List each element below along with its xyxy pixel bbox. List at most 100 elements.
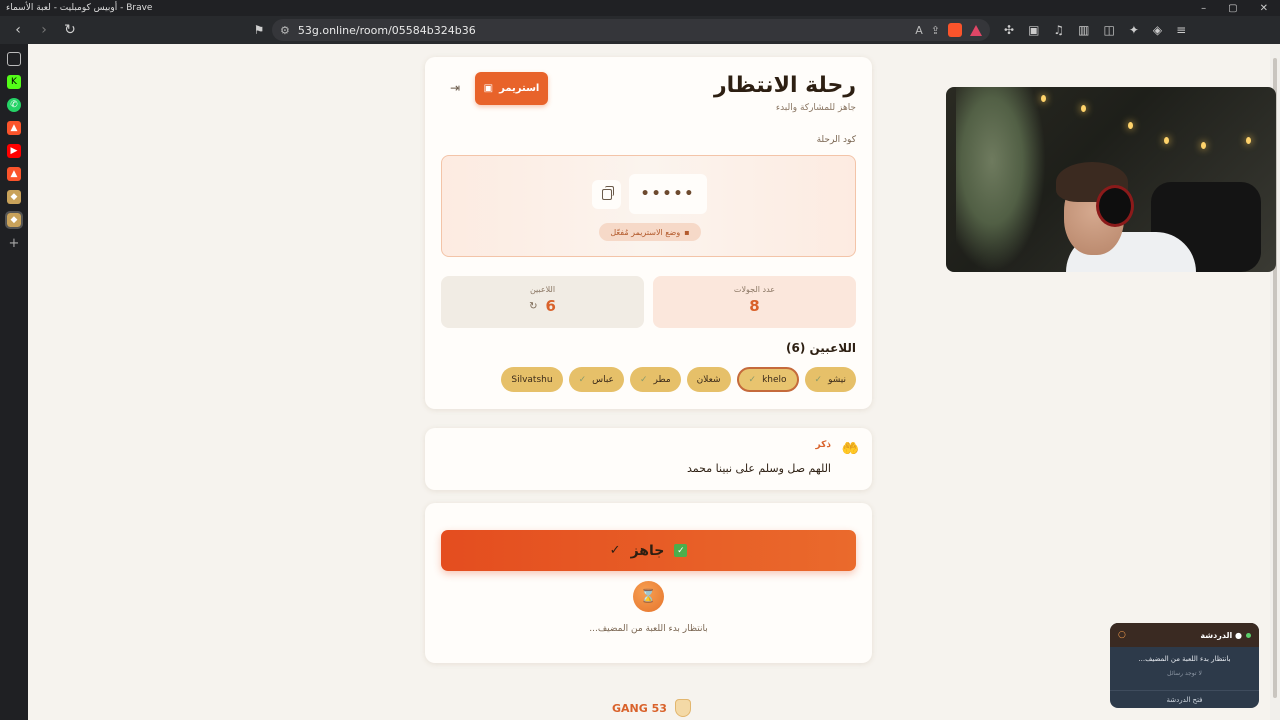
fairy-light [1201,142,1206,149]
check-icon: ✓ [814,374,823,385]
fairy-light [1164,137,1169,144]
page-subtitle: جاهز للمشاركة والبدء [775,103,856,113]
bookmark-icon[interactable]: ⚑ [246,23,272,37]
streamer-mode-badge: ▪ وضع الاستريمر مُفعّل [599,223,701,241]
close-window-button[interactable]: ✕ [1260,3,1268,14]
window-titlebar: أوبيس كومبليت - لعبة الأسماء - Brave – ▢… [0,0,1280,16]
rounds-stat: عدد الجولات 8 [653,276,856,328]
chat-header[interactable]: ● الدردشة ○ [1110,623,1259,647]
waiting-text: بانتظار بدء اللعبة من المضيف... [589,624,708,634]
sidebar-toggle-icon[interactable]: ▥ [1078,23,1089,37]
chat-status-message: بانتظار بدء اللعبة من المضيف... [1138,655,1231,663]
check-icon: ✓ [639,374,648,385]
players-count-value: 6 [545,297,556,315]
ready-label: جاهز [630,542,665,559]
translate-icon[interactable]: A [915,24,923,37]
rounds-label: عدد الجولات [733,285,776,294]
site-tab-active-icon[interactable]: ◆ [5,211,23,229]
player-chip[interactable]: نيشو ✓ [804,367,856,392]
player-name: نيشو [828,374,846,385]
wallet-icon[interactable]: ◫ [1104,23,1115,37]
player-chip[interactable]: شعلان [686,367,731,392]
check-icon: ✓ [578,374,587,385]
streamer-mode-badge-text: وضع الاستريمر مُفعّل [610,227,681,237]
brave-icon[interactable]: ▲ [7,121,21,135]
forward-icon[interactable]: › [36,22,52,38]
chat-bubble-icon: ● [1235,630,1242,640]
page-title: رحلة الانتظار [713,73,856,98]
extensions-icon[interactable]: ✣ [1004,23,1014,37]
dhikr-text: اللهم صل وسلم على نبينا محمد [687,462,831,475]
streamer-mode-button[interactable]: استريمر ▣ [475,72,548,105]
add-panel-icon[interactable]: + [7,236,21,251]
chat-title: الدردشة [1200,630,1233,640]
room-code-label: كود الرحلة [816,135,856,145]
fairy-light [1081,105,1086,112]
chat-empty-text: لا توجد رسائل [1167,670,1202,677]
waiting-room-card: رحلة الانتظار جاهز للمشاركة والبدء استري… [425,57,872,409]
webcam-overlay [946,87,1276,272]
player-chip[interactable]: Silvatshu [501,367,563,392]
exit-room-icon[interactable]: ⇥ [447,81,463,95]
green-check-icon: ✓ [674,544,688,557]
plant-decoration [956,87,1046,272]
brave-rewards-icon[interactable] [970,24,982,36]
ready-card: ✓ جاهز ✓ ⌛ بانتظار بدء اللعبة من المضيف.… [425,503,872,663]
browser-sidebar: K ✆ ▲ ▶ ▲ ◆ ◆ + [0,44,28,720]
window-controls: – ▢ ✕ [1201,3,1274,14]
copy-icon [601,186,614,200]
ready-button[interactable]: ✓ جاهز ✓ [441,530,856,571]
brave-shields-icon[interactable] [948,23,962,37]
dhikr-card: 🤲 ذكر اللهم صل وسلم على نبينا محمد [425,428,872,490]
fairy-light [1041,95,1046,102]
share-icon[interactable]: ⇪ [931,24,940,37]
url-text[interactable]: 53g.online/room/05584b324b36 [298,24,907,37]
site-tab-icon[interactable]: ◆ [7,190,21,204]
minimize-button[interactable]: – [1201,3,1206,14]
address-bar[interactable]: ⚙ 53g.online/room/05584b324b36 A ⇪ [272,19,990,41]
fairy-light [1128,122,1133,129]
logo-text: GANG 53 [612,701,667,715]
youtube-icon[interactable]: ▶ [7,144,21,158]
media-icon[interactable]: ♫ [1053,23,1064,37]
check-icon: ✓ [748,374,757,385]
window-title: أوبيس كومبليت - لعبة الأسماء - Brave [6,3,153,13]
players-heading: اللاعبين (6) [785,341,856,355]
back-icon[interactable]: ‹ [10,22,26,38]
open-chat-button[interactable]: فتح الدردشة [1110,690,1259,708]
menu-icon[interactable]: ≡ [1176,23,1186,37]
screenshot-icon[interactable]: ▣ [1028,23,1039,37]
tv-icon: ▣ [483,83,494,94]
players-list: نيشو ✓ khelo ✓ شعلان مطر ✓ عباس ✓ Silvat… [501,367,856,392]
refresh-icon[interactable]: ↻ [529,301,537,312]
panel-icon[interactable] [7,52,21,66]
hourglass-icon: ⌛ [633,581,664,612]
kick-icon[interactable]: K [7,75,21,89]
player-chip[interactable]: مطر ✓ [629,367,681,392]
leo-ai-icon[interactable]: ✦ [1129,23,1139,37]
brave-news-icon[interactable]: ▲ [7,167,21,181]
player-name: شعلان [696,374,721,385]
player-name: مطر [653,374,671,385]
copy-code-button[interactable] [592,180,621,209]
headset [1096,185,1134,227]
nav-buttons: ‹ › ↻ [6,22,246,38]
player-chip-self[interactable]: khelo ✓ [736,367,799,392]
camera-icon: ▪ [684,227,690,237]
toolbar-right-icons: ✣ ▣ ♫ ▥ ◫ ✦ ◈ ≡ [1004,23,1186,37]
praying-hands-icon: 🤲 [841,441,859,457]
vpn-icon[interactable]: ◈ [1153,23,1162,37]
chat-widget: ● الدردشة ○ بانتظار بدء اللعبة من المضيف… [1110,623,1259,708]
rounds-value: 8 [749,297,760,315]
logo-emblem-icon [674,699,691,717]
reload-icon[interactable]: ↻ [62,22,78,38]
room-code-value: ••••• [629,174,707,214]
site-info-icon[interactable]: ⚙ [280,24,290,37]
maximize-button[interactable]: ▢ [1228,3,1237,14]
players-stat: اللاعبين 6 ↻ [441,276,644,328]
player-name: عباس [592,374,614,385]
player-chip[interactable]: عباس ✓ [568,367,624,392]
online-dot [1246,632,1251,638]
chat-toggle-icon[interactable]: ○ [1118,630,1126,640]
whatsapp-icon[interactable]: ✆ [7,98,21,112]
